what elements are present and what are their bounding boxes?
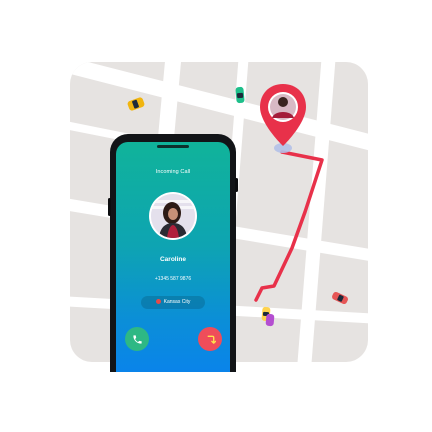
- phone-hangup-icon: [207, 335, 216, 344]
- caller-avatar: [149, 192, 197, 240]
- power-button: [235, 178, 238, 192]
- incoming-call-screen: Incoming Call Caroline +1345 587 9876 Ka…: [116, 142, 230, 372]
- car-icon: [265, 313, 275, 327]
- car-icon: [332, 291, 348, 305]
- decline-call-button[interactable]: [198, 327, 222, 351]
- speaker-notch: [157, 145, 189, 148]
- volume-button: [108, 198, 111, 216]
- phone: Incoming Call Caroline +1345 587 9876 Ka…: [108, 134, 238, 372]
- caller-name: Caroline: [159, 256, 186, 263]
- caller-location-label: Kansas City: [163, 299, 191, 305]
- map-pin-icon: [260, 84, 306, 153]
- caller-photo: [151, 194, 195, 238]
- caller-number: +1345 587 9876: [154, 276, 192, 282]
- car-icon: [235, 86, 245, 104]
- phone-icon: [132, 334, 142, 344]
- location-icon: [155, 299, 161, 304]
- illustration: Incoming Call Caroline +1345 587 9876 Ka…: [0, 0, 432, 432]
- accept-call-button[interactable]: [125, 327, 149, 351]
- call-status: Incoming Call: [155, 169, 191, 175]
- caller-location: Kansas City: [141, 296, 205, 309]
- car-icon: [127, 97, 145, 111]
